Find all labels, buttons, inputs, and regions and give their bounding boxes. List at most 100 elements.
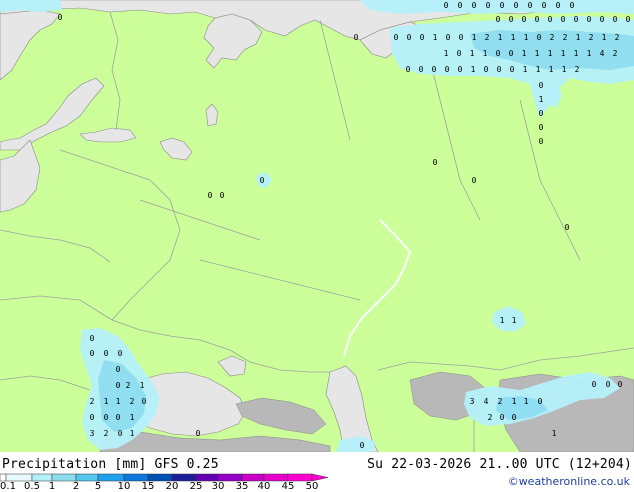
precip-value-ne_row4: 1 <box>523 65 528 74</box>
precip-value-ne_row2: 1 <box>602 33 607 42</box>
precip-value-ne_row4: 1 <box>562 65 567 74</box>
precip-value-mid: 0 <box>433 158 438 167</box>
precip-value-ne_row4: 0 <box>497 65 502 74</box>
precip-value-ne_row1: 0 <box>587 15 592 24</box>
precip-top-strip <box>360 0 634 14</box>
precip-topleft <box>0 0 62 12</box>
precip-value-ne_row3: 4 <box>600 49 605 58</box>
precip-value-top_row: 0 <box>472 1 477 10</box>
precip-value-se_block: 0 <box>500 413 505 422</box>
precip-value-ne_col: 0 <box>539 123 544 132</box>
precip-value-sw_block: 2 <box>126 381 131 390</box>
precip-value-ne_row2: 0 <box>446 33 451 42</box>
precip-value-se_block: 1 <box>500 316 505 325</box>
precip-value-ne_col: 1 <box>539 95 544 104</box>
precip-value-ne_row3: 1 <box>470 49 475 58</box>
precip-value-ne_row2: 1 <box>576 33 581 42</box>
precip-value-ne_row3: 1 <box>535 49 540 58</box>
precip-value-ne_row4: 0 <box>445 65 450 74</box>
precip-value-sw_block: 1 <box>130 429 135 438</box>
model-name: GFS 0.25 <box>154 457 219 472</box>
precip-value-misc: 0 <box>354 33 359 42</box>
precip-value-se_block: 0 <box>606 380 611 389</box>
precip-value-ne_row1: 0 <box>496 15 501 24</box>
legend-swatch <box>147 473 173 482</box>
precip-value-mid: 0 <box>220 191 225 200</box>
precip-value-se_block: 1 <box>512 316 517 325</box>
precip-value-ne_col: 0 <box>539 81 544 90</box>
legend-swatch <box>75 473 99 482</box>
precip-value-ne_row3: 2 <box>613 49 618 58</box>
precip-value-ne_row1: 0 <box>535 15 540 24</box>
legend-arrow <box>311 473 329 482</box>
precip-value-sw_block: 1 <box>140 381 145 390</box>
legend-tick-label: 30 <box>211 481 225 492</box>
precip-value-sw_block: 1 <box>116 397 121 406</box>
precip-value-se_block: 1 <box>524 397 529 406</box>
precip-value-se_block: 3 <box>470 397 475 406</box>
precip-value-se_block: 0 <box>538 397 543 406</box>
legend-tick-label: 40 <box>257 481 271 492</box>
precip-value-ne_row3: 0 <box>509 49 514 58</box>
precip-value-sw_block: 0 <box>104 413 109 422</box>
valid-datetime: Su 22-03-2026 21..00 UTC (12+204) <box>367 457 632 472</box>
precip-value-sw_block: 0 <box>118 429 123 438</box>
precip-value-mid: 0 <box>260 176 265 185</box>
precip-value-ne_row2: 2 <box>563 33 568 42</box>
precip-value-ne_row2: 0 <box>459 33 464 42</box>
precip-value-ne_row2: 2 <box>615 33 620 42</box>
precip-value-mid: 0 <box>472 176 477 185</box>
legend-swatch <box>171 473 197 482</box>
footer-bar: Precipitation [mm] GFS 0.25 Su 22-03-202… <box>0 452 634 492</box>
precip-value-sw_block: 0 <box>116 365 121 374</box>
precip-value-ne_row4: 0 <box>406 65 411 74</box>
precip-value-ne_row2: 0 <box>407 33 412 42</box>
legend-swatch <box>5 473 33 482</box>
legend-tick-label: 25 <box>189 481 203 492</box>
legend-swatch <box>31 473 53 482</box>
precip-value-ne_row4: 1 <box>536 65 541 74</box>
precip-value-ne_row3: 1 <box>548 49 553 58</box>
precip-value-ne_row3: 1 <box>444 49 449 58</box>
precip-value-se_block: 4 <box>484 397 489 406</box>
legend-swatch <box>123 473 149 482</box>
precip-value-se_block: 1 <box>512 397 517 406</box>
precip-value-se_block: 1 <box>552 429 557 438</box>
precip-value-ne_row3: 0 <box>496 49 501 58</box>
precip-value-ne_row3: 1 <box>483 49 488 58</box>
legend-swatch <box>97 473 125 482</box>
credit-link[interactable]: ©weatheronline.co.uk <box>508 475 630 488</box>
precip-value-se_block: 0 <box>512 413 517 422</box>
legend-tick-label: 1 <box>48 481 56 492</box>
precip-value-ne_row2: 1 <box>498 33 503 42</box>
precip-value-ne_row1: 0 <box>509 15 514 24</box>
precip-value-ne_row4: 0 <box>484 65 489 74</box>
precip-value-sw_block: 2 <box>130 397 135 406</box>
precip-value-ne_row1: 0 <box>522 15 527 24</box>
precip-value-sw_block: 2 <box>104 429 109 438</box>
precip-value-ne_row3: 1 <box>587 49 592 58</box>
precip-value-top_row: 0 <box>486 1 491 10</box>
map-canvas: 0 0 0 0 0 0 0 0 0 00 0 0 0 0 0 0 0 0 0 00 0 0 1 0 0 1 2 1 1 1 0 2 2 1 2 1 21… <box>0 0 634 452</box>
precip-value-ne_row2: 0 <box>537 33 542 42</box>
precip-value-top_row: 0 <box>556 1 561 10</box>
precip-value-ne_row1: 0 <box>626 15 631 24</box>
legend-tick-label: 20 <box>165 481 179 492</box>
precip-value-top_row: 0 <box>570 1 575 10</box>
precip-value-ne_row2: 0 <box>394 33 399 42</box>
precip-value-sw_block: 0 <box>90 349 95 358</box>
precip-value-mid: 0 <box>208 191 213 200</box>
precip-value-sw_block: 0 <box>90 413 95 422</box>
precip-value-top_row: 0 <box>528 1 533 10</box>
precip-value-ne_row2: 1 <box>524 33 529 42</box>
precip-value-sw_block: 1 <box>130 413 135 422</box>
product-name: Precipitation [mm] <box>2 457 147 472</box>
legend-tick-label: 0.1 <box>0 481 16 492</box>
precip-value-sw_block: 2 <box>90 397 95 406</box>
legend-tick-label: 15 <box>141 481 155 492</box>
precip-value-se_block: 0 <box>196 429 201 438</box>
precip-value-sw_block: 0 <box>116 381 121 390</box>
precip-value-ne_row1: 0 <box>613 15 618 24</box>
precip-value-ne_row3: 1 <box>561 49 566 58</box>
precip-value-ne_row2: 2 <box>485 33 490 42</box>
